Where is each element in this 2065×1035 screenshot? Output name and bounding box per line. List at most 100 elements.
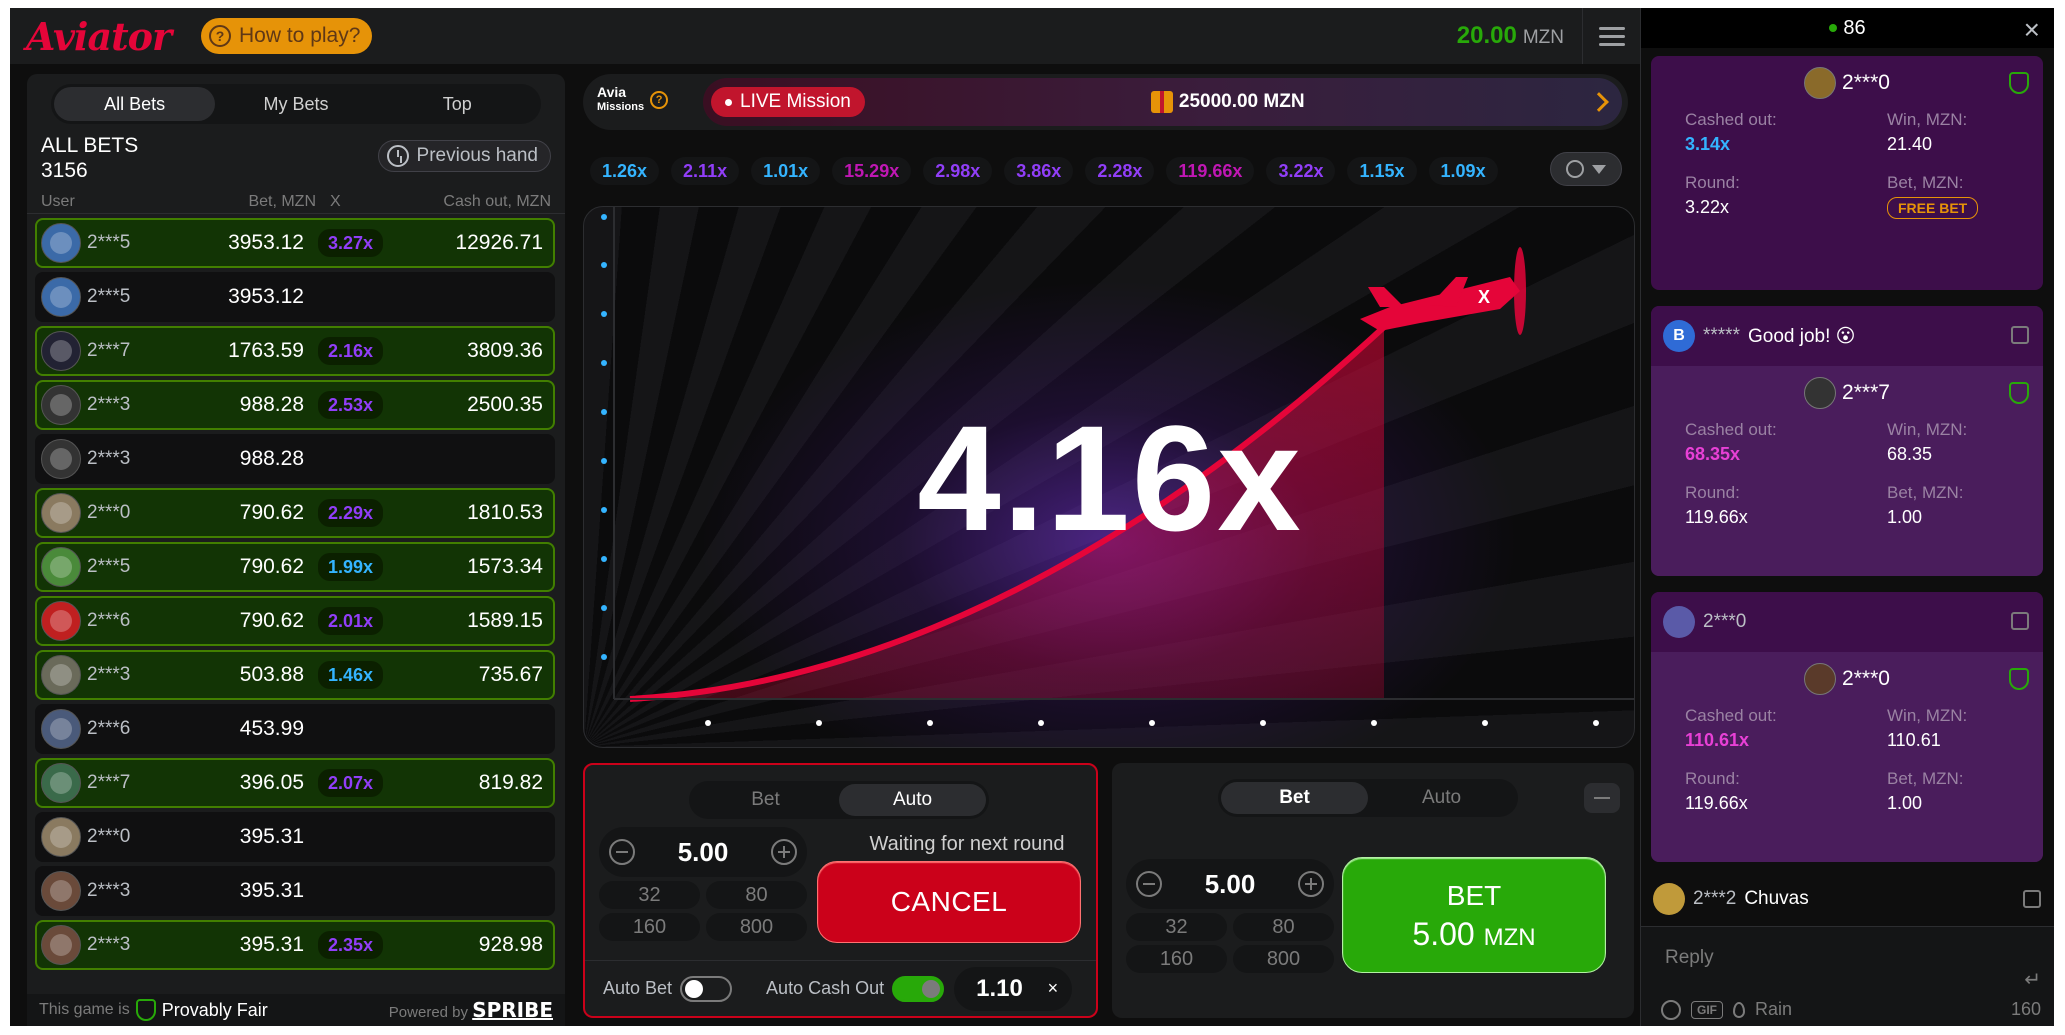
plus-icon[interactable] [1297,871,1324,897]
round-label: Round: [1685,483,1740,502]
history-multiplier[interactable]: 3.86x [1004,157,1074,185]
chevron-right-icon[interactable] [1589,92,1609,112]
history-multiplier[interactable]: 3.22x [1266,157,1336,185]
chat-reply-box[interactable]: Reply ↵ GIF Rain 160 [1641,926,2054,1026]
quick-amount-800[interactable]: 800 [706,913,807,941]
tab-bet-1[interactable]: Bet [692,784,839,816]
live-mission-banner[interactable]: LIVE Mission 25000.00 MZN [703,78,1622,126]
quick-amount-32[interactable]: 32 [599,881,700,909]
table-row: 2***6 453.99 [35,704,555,754]
shield-check-icon [135,999,156,1021]
history-multiplier[interactable]: 1.01x [751,157,821,185]
verified-shield-icon[interactable] [2009,72,2029,94]
tab-bet-2[interactable]: Bet [1221,782,1368,814]
quick-amount-80[interactable]: 80 [1233,913,1334,941]
chat-message: B ***** Good job! 😮 [1651,306,2043,366]
history-dropdown-button[interactable] [1550,152,1622,186]
card-username: 2***7 [1842,381,1890,404]
cashed-out-value: 68.35x [1685,444,1741,464]
bet-button[interactable]: BET 5.00 MZN [1342,857,1606,973]
missions-bar[interactable]: Avia Missions ? LIVE Mission 25000.00 MZN [583,74,1628,130]
thumbs-up-icon[interactable] [2023,890,2041,908]
gif-button[interactable]: GIF [1691,1000,1723,1019]
plus-icon[interactable] [770,839,797,865]
auto-bet-toggle[interactable] [680,975,733,1002]
verified-shield-icon[interactable] [2009,382,2029,404]
tab-auto-1[interactable]: Auto [839,784,986,816]
avatar [1804,663,1837,695]
clear-icon[interactable]: × [1048,978,1059,999]
bet-cashout: 1589.15 [467,609,543,632]
bet-amount: 503.88 [239,663,304,686]
bet-amount-1[interactable]: 5.00 [678,837,729,868]
tab-my-bets[interactable]: My Bets [215,87,376,121]
quick-amount-800[interactable]: 800 [1233,945,1334,973]
bet-amount-2[interactable]: 5.00 [1205,869,1256,900]
bet-user: 2***0 [87,502,131,523]
avatar [41,871,81,911]
auto-bet-label: Auto Bet [603,978,673,998]
balance-currency: MZN [1522,27,1564,48]
enter-icon[interactable]: ↵ [2024,967,2041,992]
history-multiplier[interactable]: 15.29x [832,157,912,185]
history-multiplier[interactable]: 2.28x [1085,157,1155,185]
reply-input[interactable]: Reply [1665,947,1714,969]
win-value: 68.35 [1887,444,1933,464]
remove-bet-panel-button[interactable] [1584,783,1620,813]
bet-amount: 988.28 [239,447,304,470]
history-multiplier[interactable]: 1.09x [1428,157,1498,185]
mission-prize-amount: 25000.00 MZN [1178,91,1305,112]
thumbs-up-icon[interactable] [2011,326,2029,344]
verified-shield-icon[interactable] [2009,668,2029,690]
gift-icon [1150,91,1173,113]
auto-cashout-input[interactable]: 1.10 × [954,966,1073,1011]
x-axis-dots [705,720,1599,726]
quick-amount-80[interactable]: 80 [706,881,807,909]
bet-button-amount: 5.00 MZN [1343,916,1605,953]
auto-cashout-toggle[interactable] [892,975,945,1002]
history-multiplier[interactable]: 119.66x [1166,157,1255,185]
col-bet: Bet, MZN [248,192,316,210]
bet-user: 2***3 [87,664,131,685]
missions-help-icon[interactable]: ? [650,91,669,109]
bet-multiplier: 2.53x [318,391,394,419]
avia-missions-logo[interactable]: Avia Missions ? [597,85,669,114]
history-multiplier[interactable]: 2.11x [671,157,740,185]
provably-fair-link[interactable]: Provably Fair [135,999,268,1021]
avatar [1663,606,1695,638]
message-user: 2***0 [1703,611,1747,632]
history-multiplier[interactable]: 1.26x [590,157,660,185]
table-row: 2***5 790.62 1.99x 1573.34 [35,542,555,592]
emoji-icon[interactable] [1661,999,1681,1020]
avatar [41,547,81,587]
previous-hand-button[interactable]: Previous hand [377,140,551,172]
aviator-logo[interactable]: Aviator [26,14,172,59]
message-user: 2***2 [1693,888,1737,909]
history-multiplier[interactable]: 1.15x [1347,157,1417,185]
close-icon[interactable]: × [2024,14,2040,46]
provably-fair-footer: This game is Provably Fair Powered by SP… [27,994,565,1026]
current-multiplier: 4.16x [917,394,1303,562]
tab-all-bets[interactable]: All Bets [54,87,216,121]
all-bets-title: ALL BETS [41,134,139,157]
thumbs-up-icon[interactable] [2011,612,2029,630]
quick-amount-160[interactable]: 160 [599,913,700,941]
message-user: ***** [1703,325,1740,346]
rain-label[interactable]: Rain [1755,999,1792,1020]
tab-top[interactable]: Top [377,87,538,121]
quick-amount-32[interactable]: 32 [1126,913,1227,941]
minus-icon[interactable] [1136,871,1162,897]
bets-tabs: All Bets My Bets Top [51,84,541,124]
avatar [41,709,81,749]
minus-icon[interactable] [609,839,635,865]
bet-amount: 3953.12 [228,285,304,308]
how-to-play-button[interactable]: ? How to play? [201,18,373,54]
rain-icon[interactable] [1733,1001,1745,1018]
spribe-logo[interactable]: SPRIBE [472,998,553,1022]
history-multiplier[interactable]: 2.98x [923,157,993,185]
tab-auto-2[interactable]: Auto [1368,782,1515,814]
quick-amount-160[interactable]: 160 [1126,945,1227,973]
table-row: 2***3 503.88 1.46x 735.67 [35,650,555,700]
hamburger-menu-icon[interactable] [1582,8,1640,64]
cancel-button[interactable]: CANCEL [817,861,1081,943]
